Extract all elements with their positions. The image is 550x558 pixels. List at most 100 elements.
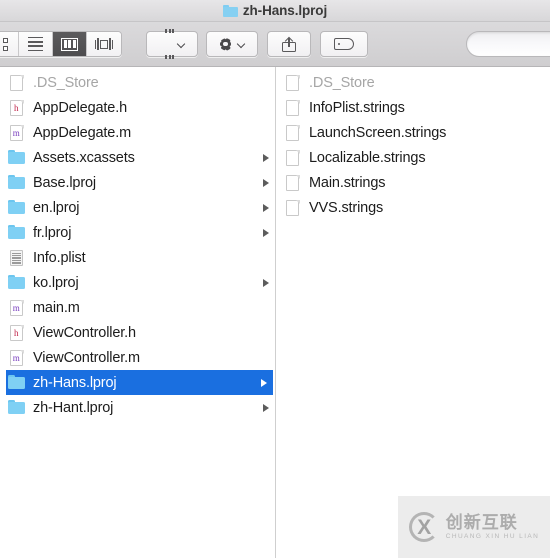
folder-icon — [8, 274, 25, 292]
file-name: ko.lproj — [33, 274, 79, 291]
gear-icon — [217, 36, 234, 53]
watermark: X 创新互联 CHUANG XIN HU LIAN — [398, 496, 550, 558]
blank-document-icon — [284, 124, 301, 142]
disclosure-arrow-icon[interactable] — [263, 203, 269, 212]
file-row[interactable]: .DS_Store — [0, 70, 275, 95]
folder-icon — [8, 399, 25, 417]
file-name: zh-Hans.lproj — [33, 374, 117, 391]
folder-icon — [8, 374, 25, 392]
edit-tags-button[interactable] — [320, 31, 368, 57]
coverflow-icon — [94, 37, 114, 51]
file-row[interactable]: Info.plist — [0, 245, 275, 270]
action-menu-button[interactable] — [206, 31, 258, 57]
file-name: Localizable.strings — [309, 149, 426, 166]
folder-icon — [8, 199, 25, 217]
h-document-icon: h — [8, 99, 25, 117]
file-row[interactable]: zh-Hans.lproj — [6, 370, 273, 395]
disclosure-arrow-icon[interactable] — [263, 153, 269, 162]
blank-document-icon — [8, 74, 25, 92]
file-name: fr.lproj — [33, 224, 72, 241]
view-mode-segmented-control[interactable] — [0, 31, 122, 57]
share-button[interactable] — [267, 31, 311, 57]
file-row[interactable]: Localizable.strings — [276, 145, 549, 170]
file-name: Main.strings — [309, 174, 386, 191]
watermark-cn: 创新互联 — [445, 513, 518, 532]
file-name: InfoPlist.strings — [309, 99, 405, 116]
disclosure-arrow-icon[interactable] — [261, 378, 267, 387]
file-row[interactable]: en.lproj — [0, 195, 275, 220]
file-name: ViewController.m — [33, 349, 140, 366]
file-name: en.lproj — [33, 199, 80, 216]
file-name: main.m — [33, 299, 80, 316]
watermark-mark: X — [417, 516, 432, 539]
file-row[interactable]: Base.lproj — [0, 170, 275, 195]
column-view-button[interactable] — [53, 32, 87, 56]
icon-view-button[interactable] — [0, 32, 19, 56]
chevron-down-icon — [238, 41, 247, 47]
file-name: AppDelegate.h — [33, 99, 127, 116]
file-row[interactable]: Assets.xcassets — [0, 145, 275, 170]
file-row[interactable]: m ViewController.m — [0, 345, 275, 370]
file-name: AppDelegate.m — [33, 124, 131, 141]
grid-icon — [0, 37, 8, 51]
file-name: Info.plist — [33, 249, 86, 266]
file-name: Base.lproj — [33, 174, 96, 191]
m-document-icon: m — [8, 299, 25, 317]
right-column[interactable]: .DS_Store InfoPlist.strings LaunchScreen.s… — [276, 67, 549, 558]
blank-document-icon — [284, 174, 301, 192]
disclosure-arrow-icon[interactable] — [263, 228, 269, 237]
folder-icon — [8, 174, 25, 192]
watermark-logo-icon: X — [408, 512, 439, 542]
watermark-en: CHUANG XIN HU LIAN — [445, 533, 540, 540]
file-row[interactable]: .DS_Store — [276, 70, 549, 95]
columns-icon — [61, 37, 78, 51]
folder-icon — [222, 4, 238, 17]
file-row[interactable]: fr.lproj — [0, 220, 275, 245]
m-document-icon: m — [8, 124, 25, 142]
blank-document-icon — [284, 99, 301, 117]
folder-icon — [8, 224, 25, 242]
folder-icon — [8, 149, 25, 167]
file-row[interactable]: m AppDelegate.m — [0, 120, 275, 145]
toolbar — [0, 22, 550, 67]
window-title: zh-Hans.lproj — [242, 3, 328, 18]
disclosure-arrow-icon[interactable] — [263, 403, 269, 412]
arrange-icon — [157, 18, 175, 70]
file-name: .DS_Store — [33, 74, 99, 91]
h-document-icon: h — [8, 324, 25, 342]
chevron-down-icon — [178, 41, 187, 47]
file-name: VVS.strings — [309, 199, 384, 216]
share-icon — [282, 36, 296, 52]
finder-window: zh-Hans.lproj .DS_Store h AppDelegate.h … — [0, 0, 550, 558]
m-document-icon: m — [8, 349, 25, 367]
file-name: zh-Hant.lproj — [33, 399, 114, 416]
file-row[interactable]: ko.lproj — [0, 270, 275, 295]
tag-icon — [334, 38, 354, 50]
file-name: LaunchScreen.strings — [309, 124, 447, 141]
file-row[interactable]: h ViewController.h — [0, 320, 275, 345]
file-name: Assets.xcassets — [33, 149, 135, 166]
list-view-button[interactable] — [19, 32, 53, 56]
list-icon — [28, 36, 43, 52]
coverflow-view-button[interactable] — [87, 32, 121, 56]
window-titlebar: zh-Hans.lproj — [0, 0, 550, 22]
file-row[interactable]: zh-Hant.lproj — [0, 395, 275, 420]
blank-document-icon — [284, 149, 301, 167]
file-row[interactable]: h AppDelegate.h — [0, 95, 275, 120]
file-name: ViewController.h — [33, 324, 136, 341]
file-row[interactable]: Main.strings — [276, 170, 549, 195]
disclosure-arrow-icon[interactable] — [263, 178, 269, 187]
file-row[interactable]: LaunchScreen.strings — [276, 120, 549, 145]
arrange-by-button[interactable] — [146, 28, 198, 60]
disclosure-arrow-icon[interactable] — [263, 278, 269, 287]
search-input[interactable] — [466, 31, 550, 57]
blank-document-icon — [284, 74, 301, 92]
file-row[interactable]: m main.m — [0, 295, 275, 320]
file-row[interactable]: VVS.strings — [276, 195, 549, 220]
blank-document-icon — [284, 199, 301, 217]
left-column[interactable]: .DS_Storeh AppDelegate.h m AppDelegate.m Ass… — [0, 67, 276, 558]
title-group: zh-Hans.lproj — [222, 3, 328, 18]
file-row[interactable]: InfoPlist.strings — [276, 95, 549, 120]
plist-document-icon — [8, 249, 25, 267]
watermark-text: 创新互联 CHUANG XIN HU LIAN — [446, 513, 539, 541]
